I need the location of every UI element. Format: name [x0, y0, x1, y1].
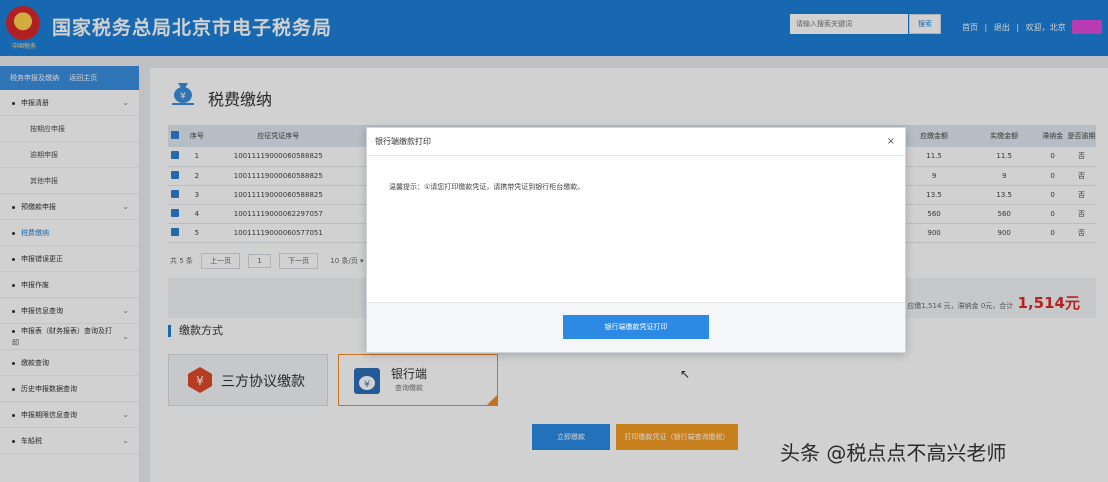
dialog-footer: 银行端缴款凭证打印 [367, 302, 905, 352]
mouse-cursor-icon: ↖ [680, 367, 691, 381]
bank-print-dialog: 银行端缴款打印 × 温馨提示：①请您打印缴款凭证，请携带凭证到银行柜台缴款。 银… [366, 127, 906, 353]
close-icon[interactable]: × [887, 128, 895, 156]
watermark: 头条 @税点点不高兴老师 [780, 441, 1007, 465]
bank-voucher-print-button[interactable]: 银行端缴款凭证打印 [563, 315, 709, 339]
dialog-message: 温馨提示：①请您打印缴款凭证，请携带凭证到银行柜台缴款。 [389, 183, 585, 191]
dialog-title: 银行端缴款打印 [375, 137, 431, 146]
dialog-header: 银行端缴款打印 × [367, 128, 905, 156]
